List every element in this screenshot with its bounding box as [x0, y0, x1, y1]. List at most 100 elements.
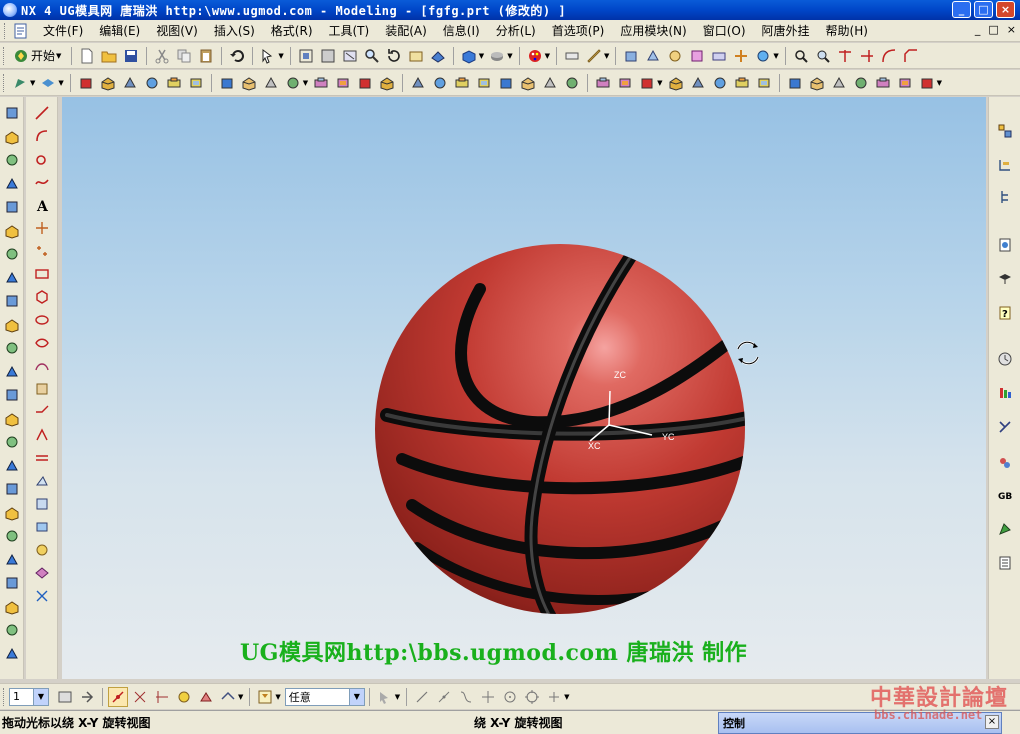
zoom-window-icon[interactable]	[318, 46, 338, 66]
resource-tab-icon-6[interactable]: ?	[995, 303, 1015, 323]
start-button[interactable]: 开始 ▼	[9, 47, 67, 64]
feature-tool-icon-3[interactable]	[120, 73, 140, 93]
curve-tool-icon[interactable]	[791, 46, 811, 66]
rotate-icon[interactable]	[384, 46, 404, 66]
feature-tool-icon-18[interactable]	[474, 73, 494, 93]
point-snap-icon[interactable]	[544, 687, 564, 707]
resource-tab-icon-13[interactable]	[995, 553, 1015, 573]
curve-tool-icon-8[interactable]	[32, 264, 52, 284]
part-nav-icon-14[interactable]	[2, 409, 22, 429]
midpoint-snap-icon[interactable]	[434, 687, 454, 707]
resource-tab-icon-1[interactable]	[995, 121, 1015, 141]
datum-icon[interactable]	[38, 73, 58, 93]
feature-tool-icon-4[interactable]	[142, 73, 162, 93]
feature-tool-icon-29[interactable]	[732, 73, 752, 93]
graphics-viewport[interactable]: ZC YC XC UG模具网http:\bbs.ugmod.com 唐瑞洪 制作	[62, 97, 986, 679]
part-nav-icon-16[interactable]	[2, 456, 22, 476]
sketch-icon[interactable]	[10, 73, 30, 93]
toolbar-grip-2[interactable]	[3, 73, 6, 92]
snap-icon-2[interactable]	[130, 687, 150, 707]
curve-tool-icon-12[interactable]	[32, 356, 52, 376]
feature-tool-icon-30[interactable]	[754, 73, 774, 93]
curve-tool-icon-18[interactable]	[32, 494, 52, 514]
part-nav-icon-7[interactable]	[2, 244, 22, 264]
color-palette-icon[interactable]	[525, 46, 545, 66]
feature-tool-icon-9[interactable]	[261, 73, 281, 93]
toolbar-grip-3[interactable]	[3, 687, 6, 706]
feature-tool-icon-10[interactable]	[283, 73, 303, 93]
part-nav-icon-19[interactable]	[2, 526, 22, 546]
part-nav-icon-6[interactable]	[2, 221, 22, 241]
snap-point-icon[interactable]	[108, 686, 128, 707]
feature-icon-2[interactable]	[643, 46, 663, 66]
feature-tool-icon-37[interactable]	[917, 73, 937, 93]
curve-tool-icon-7[interactable]	[32, 241, 52, 261]
basketball-model[interactable]	[375, 244, 757, 637]
feature-tool-icon-25[interactable]	[637, 73, 657, 93]
feature-tool-icon-12[interactable]	[333, 73, 353, 93]
snap-icon-3[interactable]	[152, 687, 172, 707]
curve-tool-icon-22[interactable]	[32, 586, 52, 606]
menu-preferences[interactable]: 首选项(P)	[544, 20, 613, 41]
feature-tool-icon-13[interactable]	[355, 73, 375, 93]
curve-tool-icon-17[interactable]	[32, 471, 52, 491]
menu-analysis[interactable]: 分析(L)	[488, 20, 544, 41]
curve-tool-icon-19[interactable]	[32, 517, 52, 537]
layer-move-icon[interactable]	[77, 687, 97, 707]
feature-tool-icon-11[interactable]	[311, 73, 331, 93]
curve-tool-icon-6[interactable]	[32, 218, 52, 238]
resource-tab-icon-10[interactable]	[995, 453, 1015, 473]
menu-plugin[interactable]: 阿唐外挂	[754, 20, 818, 41]
select-icon[interactable]	[258, 46, 278, 66]
open-folder-icon[interactable]	[99, 46, 119, 66]
part-nav-icon-9[interactable]	[2, 291, 22, 311]
curve-tool-icon-14[interactable]	[32, 402, 52, 422]
trim-icon[interactable]	[835, 46, 855, 66]
snap-icon-4[interactable]	[174, 687, 194, 707]
feature-icon-4[interactable]	[687, 46, 707, 66]
feature-tool-icon-26[interactable]	[666, 73, 686, 93]
feature-tool-icon-28[interactable]	[710, 73, 730, 93]
resource-tab-icon-2[interactable]	[995, 155, 1015, 175]
part-nav-icon-11[interactable]	[2, 338, 22, 358]
chamfer-curve-icon[interactable]	[901, 46, 921, 66]
feature-tool-icon-7[interactable]	[217, 73, 237, 93]
layer-select[interactable]: 1 ▼	[9, 687, 49, 706]
part-nav-icon-23[interactable]	[2, 620, 22, 640]
feature-tool-icon-34[interactable]	[851, 73, 871, 93]
menu-file[interactable]: 文件(F)	[35, 20, 91, 41]
part-nav-icon-17[interactable]	[2, 479, 22, 499]
menu-edit[interactable]: 编辑(E)	[91, 20, 148, 41]
cut-icon[interactable]	[152, 46, 172, 66]
part-nav-icon-18[interactable]	[2, 503, 22, 523]
fillet-curve-icon[interactable]	[879, 46, 899, 66]
zoom-box-icon[interactable]	[340, 46, 360, 66]
feature-tool-icon-1[interactable]	[76, 73, 96, 93]
feature-tool-icon-19[interactable]	[496, 73, 516, 93]
maximize-button[interactable]: □	[974, 1, 993, 18]
doc-restore-button[interactable]: □	[988, 23, 998, 36]
feature-icon-6[interactable]	[731, 46, 751, 66]
curve-tool-icon-15[interactable]	[32, 425, 52, 445]
zoom-icon[interactable]	[362, 46, 382, 66]
filter-icon[interactable]	[255, 687, 275, 707]
curve-tool-icon-20[interactable]	[32, 540, 52, 560]
menu-grip[interactable]	[4, 22, 7, 39]
snap-icon-5[interactable]	[196, 687, 216, 707]
toolbar-grip[interactable]	[3, 46, 6, 65]
curve-tool-icon-4[interactable]	[32, 172, 52, 192]
feature-tool-icon-14[interactable]	[377, 73, 397, 93]
menu-window[interactable]: 窗口(O)	[695, 20, 754, 41]
menu-view[interactable]: 视图(V)	[148, 20, 206, 41]
layer-visible-icon[interactable]	[55, 687, 75, 707]
analysis-tool-icon[interactable]	[813, 46, 833, 66]
paste-icon[interactable]	[196, 46, 216, 66]
curve-tool-icon-13[interactable]	[32, 379, 52, 399]
feature-tool-icon-15[interactable]	[408, 73, 428, 93]
curve-tool-icon-11[interactable]	[32, 333, 52, 353]
curve-tool-icon-5[interactable]: A	[32, 195, 52, 215]
menu-insert[interactable]: 插入(S)	[206, 20, 263, 41]
curve-tool-icon-3[interactable]	[32, 149, 52, 169]
quadrant-snap-icon[interactable]	[522, 687, 542, 707]
center-snap-icon[interactable]	[500, 687, 520, 707]
